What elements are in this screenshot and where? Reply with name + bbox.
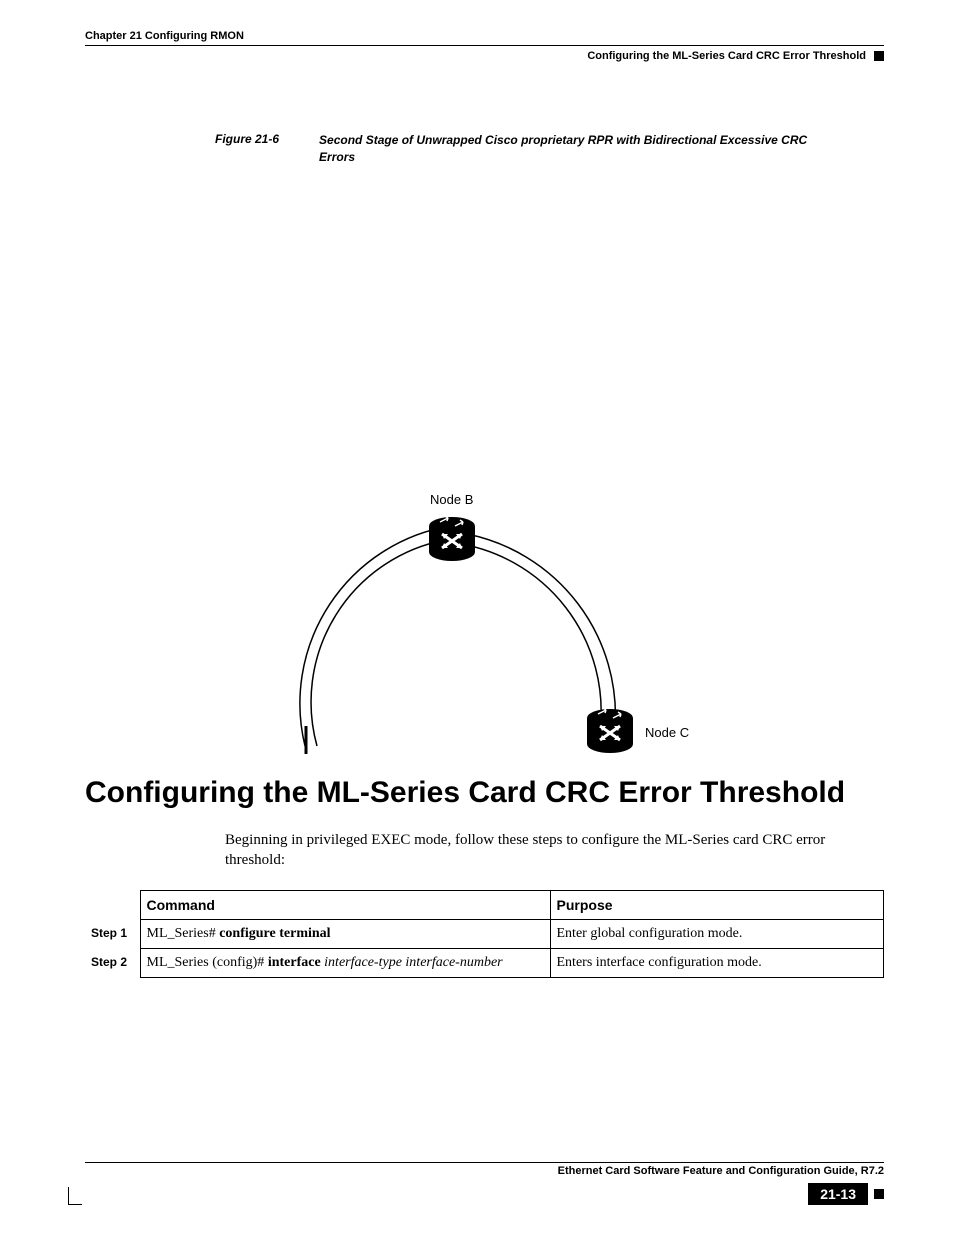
figure-label: Figure 21-6: [215, 132, 279, 166]
node-b-label: Node B: [430, 492, 473, 507]
steps-table: Command Purpose Step 1 ML_Series# config…: [85, 890, 884, 978]
step-label: Step 2: [85, 949, 140, 978]
purpose-cell: Enters interface configuration mode.: [550, 949, 884, 978]
figure-diagram: Node B Node C: [85, 176, 884, 766]
table-row: Step 2 ML_Series (config)# interface int…: [85, 949, 884, 978]
step-label: Step 1: [85, 920, 140, 949]
command-cell: ML_Series# configure terminal: [140, 920, 550, 949]
intro-paragraph: Beginning in privileged EXEC mode, follo…: [225, 830, 884, 871]
purpose-cell: Enter global configuration mode.: [550, 920, 884, 949]
node-c-label: Node C: [645, 725, 689, 740]
table-row: Step 1 ML_Series# configure terminal Ent…: [85, 920, 884, 949]
header-square-icon: [874, 51, 884, 61]
corner-mark-icon: [68, 1187, 82, 1205]
section-heading: Configuring the ML-Series Card CRC Error…: [85, 776, 884, 810]
page-number: 21-13: [808, 1183, 868, 1205]
command-header: Command: [140, 891, 550, 920]
command-cell: ML_Series (config)# interface interface-…: [140, 949, 550, 978]
footer-square-icon: [874, 1189, 884, 1199]
purpose-header: Purpose: [550, 891, 884, 920]
figure-title: Second Stage of Unwrapped Cisco propriet…: [319, 132, 839, 166]
footer-guide-title: Ethernet Card Software Feature and Confi…: [558, 1165, 884, 1177]
chapter-label: Chapter 21 Configuring RMON: [85, 30, 884, 42]
section-label: Configuring the ML-Series Card CRC Error…: [587, 50, 866, 62]
